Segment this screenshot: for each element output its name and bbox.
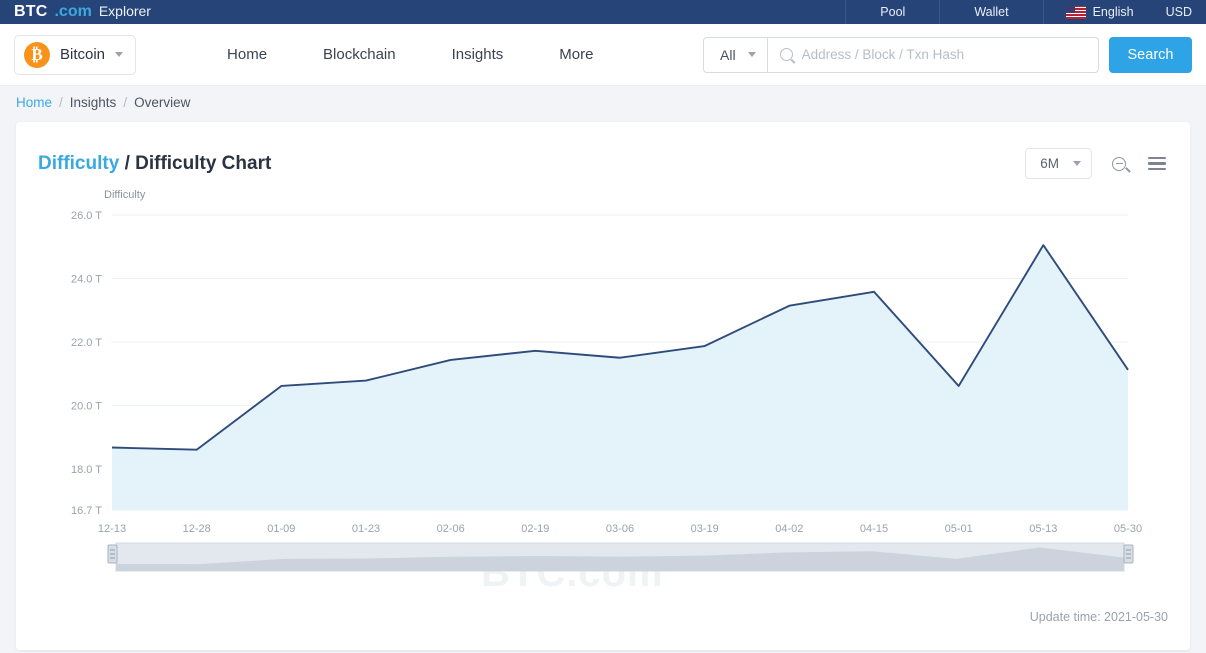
zoom-out-icon: [1112, 156, 1126, 171]
coin-selector-label: Bitcoin: [60, 46, 106, 63]
breadcrumb-home[interactable]: Home: [16, 95, 52, 110]
currency-selector[interactable]: USD: [1148, 5, 1206, 19]
page-title: Difficulty / Difficulty Chart: [38, 153, 271, 175]
breadcrumb-separator: /: [59, 94, 63, 110]
site-brand[interactable]: BTC .com Explorer: [0, 3, 151, 21]
svg-text:02-06: 02-06: [437, 523, 465, 535]
breadcrumb-insights[interactable]: Insights: [70, 95, 117, 110]
svg-text:05-01: 05-01: [945, 523, 973, 535]
top-right-links: Pool Wallet English USD: [845, 0, 1206, 24]
range-selector-label: 6M: [1040, 156, 1059, 171]
difficulty-chart-card: Difficulty / Difficulty Chart 6M Difficu…: [16, 122, 1190, 650]
chart-menu-button[interactable]: [1146, 153, 1168, 175]
top-link-pool[interactable]: Pool: [845, 0, 939, 24]
coin-selector[interactable]: ₿ Bitcoin: [14, 34, 137, 75]
chevron-down-icon: [115, 52, 124, 57]
breadcrumb: Home / Insights / Overview: [0, 86, 1206, 118]
brand-btc-text: BTC: [14, 3, 48, 20]
title-separator: /: [124, 152, 130, 174]
search-icon: [779, 48, 793, 61]
top-utility-bar: BTC .com Explorer Pool Wallet English USD: [0, 0, 1206, 24]
svg-text:18.0 T: 18.0 T: [71, 464, 102, 476]
svg-text:03-19: 03-19: [691, 523, 719, 535]
search-field: [768, 47, 1098, 62]
title-difficulty-link[interactable]: Difficulty: [38, 153, 119, 174]
chart-area: Difficulty BTC.com 16.7 T 18.0 T 20.0 T 22.…: [16, 185, 1190, 605]
search-scope-dropdown[interactable]: All: [704, 37, 768, 72]
range-selector[interactable]: 6M: [1025, 148, 1092, 179]
svg-text:02-19: 02-19: [521, 523, 549, 535]
title-chart-name: Difficulty Chart: [135, 152, 272, 174]
svg-text:12-13: 12-13: [98, 523, 126, 535]
us-flag-icon: [1065, 5, 1086, 19]
chevron-down-icon: [1073, 161, 1081, 166]
difficulty-area-chart[interactable]: 16.7 T 18.0 T 20.0 T 22.0 T 24.0 T 26.0 T 12-1…: [16, 185, 1190, 605]
main-navbar: ₿ Bitcoin Home Blockchain Insights More …: [0, 24, 1206, 86]
zoom-out-button[interactable]: [1108, 153, 1130, 175]
search-input[interactable]: [801, 47, 1098, 62]
card-header: Difficulty / Difficulty Chart 6M: [16, 122, 1190, 179]
nav-link-more[interactable]: More: [531, 46, 621, 63]
svg-text:24.0 T: 24.0 T: [71, 273, 102, 285]
svg-text:20.0 T: 20.0 T: [71, 400, 102, 412]
search-box: All: [703, 36, 1099, 73]
search-scope-label: All: [720, 46, 736, 63]
brand-com-text: .com: [54, 3, 92, 20]
svg-text:05-13: 05-13: [1029, 523, 1057, 535]
nav-links: Home Blockchain Insights More: [199, 46, 621, 63]
svg-text:01-09: 01-09: [267, 523, 295, 535]
bitcoin-logo-icon: ₿: [24, 41, 50, 68]
svg-text:22.0 T: 22.0 T: [71, 337, 102, 349]
search-button[interactable]: Search: [1109, 36, 1192, 73]
svg-text:26.0 T: 26.0 T: [71, 210, 102, 222]
breadcrumb-overview: Overview: [134, 94, 191, 110]
breadcrumb-separator: /: [123, 94, 128, 110]
svg-text:01-23: 01-23: [352, 523, 380, 535]
svg-text:04-15: 04-15: [860, 523, 888, 535]
top-link-wallet[interactable]: Wallet: [939, 0, 1042, 24]
search-area: All Search: [703, 36, 1192, 73]
nav-link-home[interactable]: Home: [199, 46, 295, 63]
language-label: English: [1092, 5, 1134, 19]
svg-text:04-02: 04-02: [775, 523, 803, 535]
nav-link-insights[interactable]: Insights: [424, 46, 532, 63]
chart-toolbar: 6M: [1025, 148, 1168, 179]
nav-link-blockchain[interactable]: Blockchain: [295, 46, 424, 63]
brand-explorer-text: Explorer: [98, 3, 151, 19]
svg-text:16.7 T: 16.7 T: [71, 505, 102, 517]
svg-text:03-06: 03-06: [606, 523, 634, 535]
svg-text:05-30: 05-30: [1114, 523, 1142, 535]
language-selector[interactable]: English: [1042, 0, 1148, 24]
svg-text:12-28: 12-28: [183, 523, 211, 535]
hamburger-menu-icon: [1148, 156, 1166, 171]
update-time-label: Update time: 2021-05-30: [1029, 610, 1168, 624]
chevron-down-icon: [747, 52, 756, 57]
